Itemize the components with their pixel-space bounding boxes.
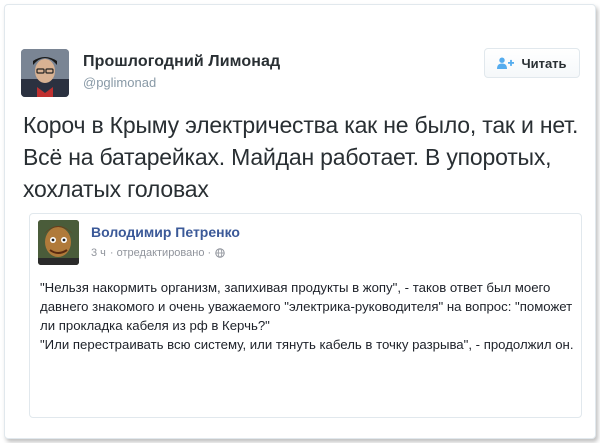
author-avatar[interactable] [21, 49, 69, 97]
quoted-author-avatar[interactable] [38, 220, 79, 265]
quoted-text: "Нельзя накормить организм, запихивая пр… [40, 278, 575, 354]
quoted-avatar-image [38, 220, 79, 265]
follow-button-label: Читать [521, 55, 567, 71]
quoted-edited[interactable]: · отредактировано · [110, 247, 211, 259]
quoted-paragraph: "Нельзя накормить организм, запихивая пр… [40, 280, 573, 333]
avatar-image [21, 49, 69, 97]
author-handle[interactable]: @pglimonad [83, 75, 156, 90]
author-name[interactable]: Прошлогодний Лимонад [83, 53, 280, 71]
add-user-icon [497, 57, 515, 69]
quoted-paragraph: "Или перестраивать всю систему, или тяну… [40, 337, 574, 352]
tweet-text: Короч в Крыму электричества как не было,… [23, 112, 579, 202]
quoted-time[interactable]: 3 ч [91, 247, 106, 259]
quoted-author-name[interactable]: Володимир Петренко [91, 224, 240, 240]
tweet-card: Прошлогодний Лимонад @pglimonad Читать К… [4, 4, 596, 439]
globe-icon [215, 248, 225, 258]
quoted-meta: 3 ч · отредактировано · [91, 247, 225, 259]
follow-button[interactable]: Читать [484, 48, 580, 78]
quoted-post[interactable]: Володимир Петренко 3 ч · отредактировано… [29, 213, 582, 418]
